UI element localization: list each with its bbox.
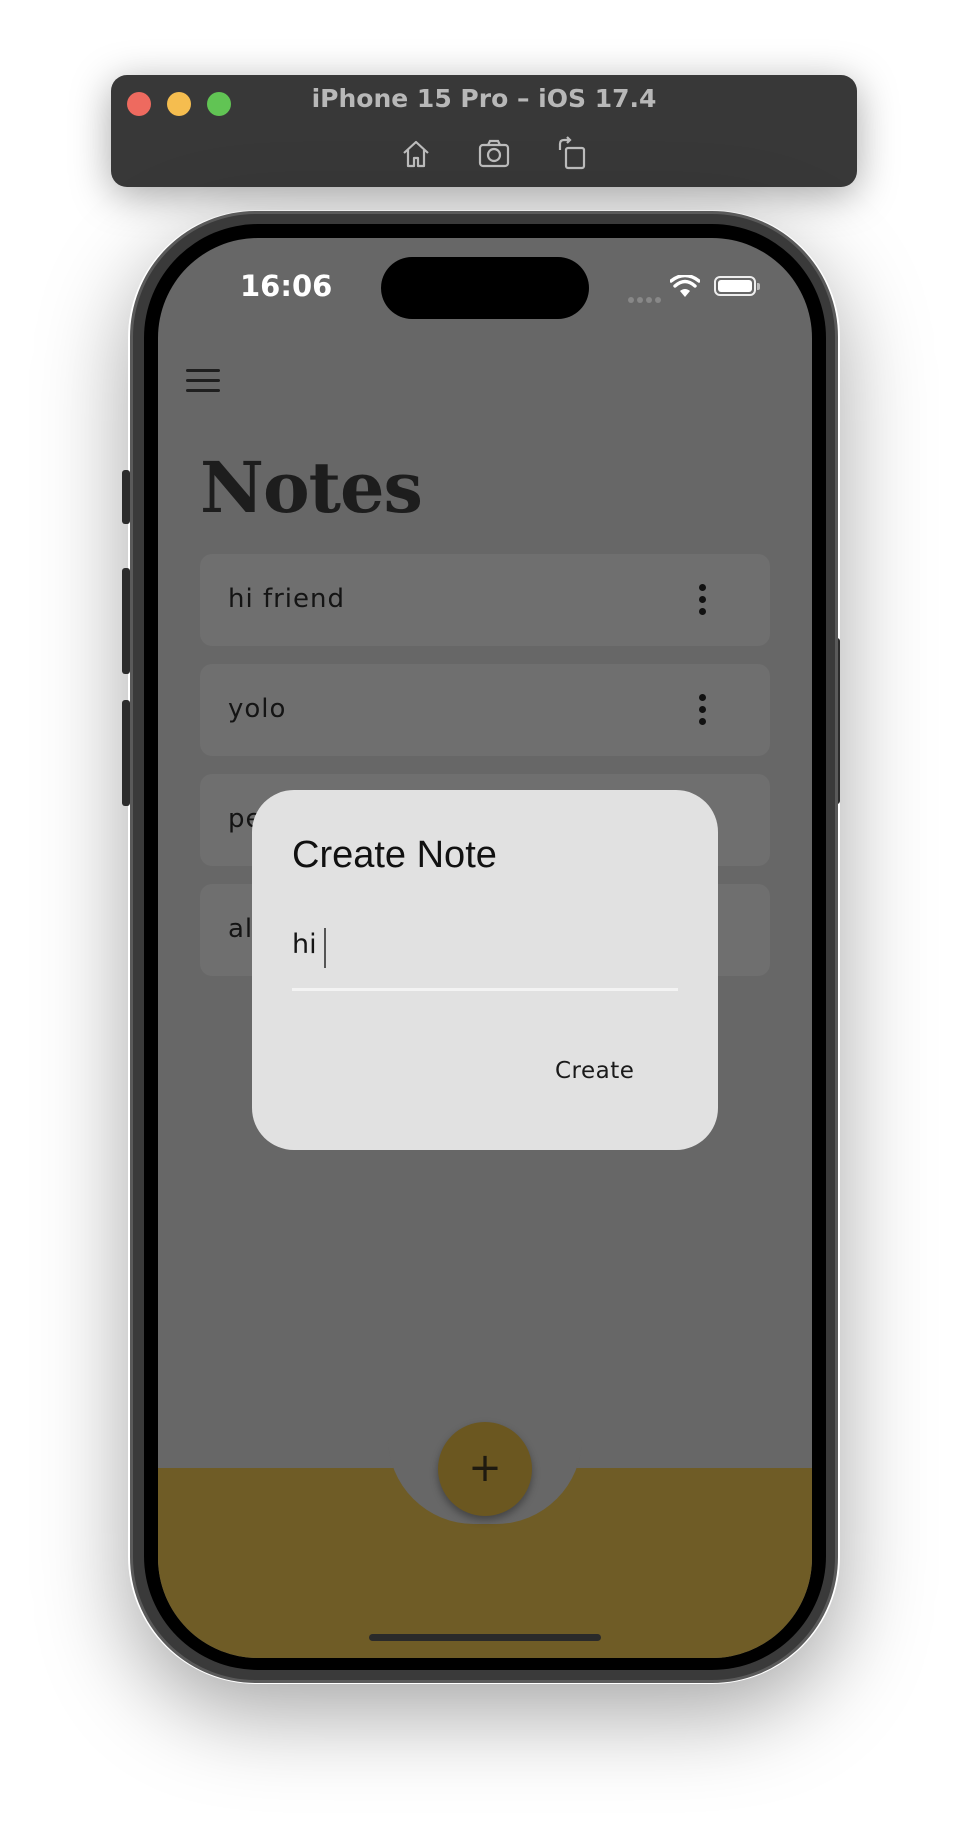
- volume-up-button: [122, 568, 130, 674]
- note-text: hi friend: [228, 584, 346, 614]
- note-text: al: [228, 914, 254, 944]
- page-title: Notes: [200, 446, 423, 529]
- note-text: yolo: [228, 694, 287, 724]
- phone-screen: 16:06 Notes hi friend yolo pe al + Creat…: [158, 238, 812, 1658]
- more-vert-icon[interactable]: [696, 584, 708, 618]
- rotate-icon[interactable]: [554, 136, 590, 172]
- note-title-input[interactable]: [292, 924, 678, 964]
- signal-icon: [628, 290, 664, 308]
- home-icon[interactable]: [398, 136, 434, 172]
- note-item[interactable]: hi friend: [200, 554, 770, 646]
- simulator-title: iPhone 15 Pro – iOS 17.4: [311, 84, 657, 113]
- wifi-icon: [669, 273, 701, 304]
- add-note-button[interactable]: +: [438, 1422, 532, 1516]
- note-item[interactable]: yolo: [200, 664, 770, 756]
- status-time: 16:06: [240, 269, 333, 303]
- home-indicator[interactable]: [369, 1634, 601, 1641]
- menu-icon[interactable]: [186, 369, 220, 395]
- more-vert-icon[interactable]: [696, 694, 708, 728]
- text-caret: [324, 928, 326, 968]
- battery-icon: [714, 276, 760, 296]
- action-button: [122, 470, 130, 524]
- volume-down-button: [122, 700, 130, 806]
- create-button[interactable]: Create: [555, 1058, 634, 1084]
- dialog-title: Create Note: [292, 834, 497, 876]
- input-underline: [292, 988, 678, 991]
- screenshot-icon[interactable]: [476, 136, 512, 172]
- create-note-dialog: Create Note Create: [252, 790, 718, 1150]
- dynamic-island: [381, 257, 589, 319]
